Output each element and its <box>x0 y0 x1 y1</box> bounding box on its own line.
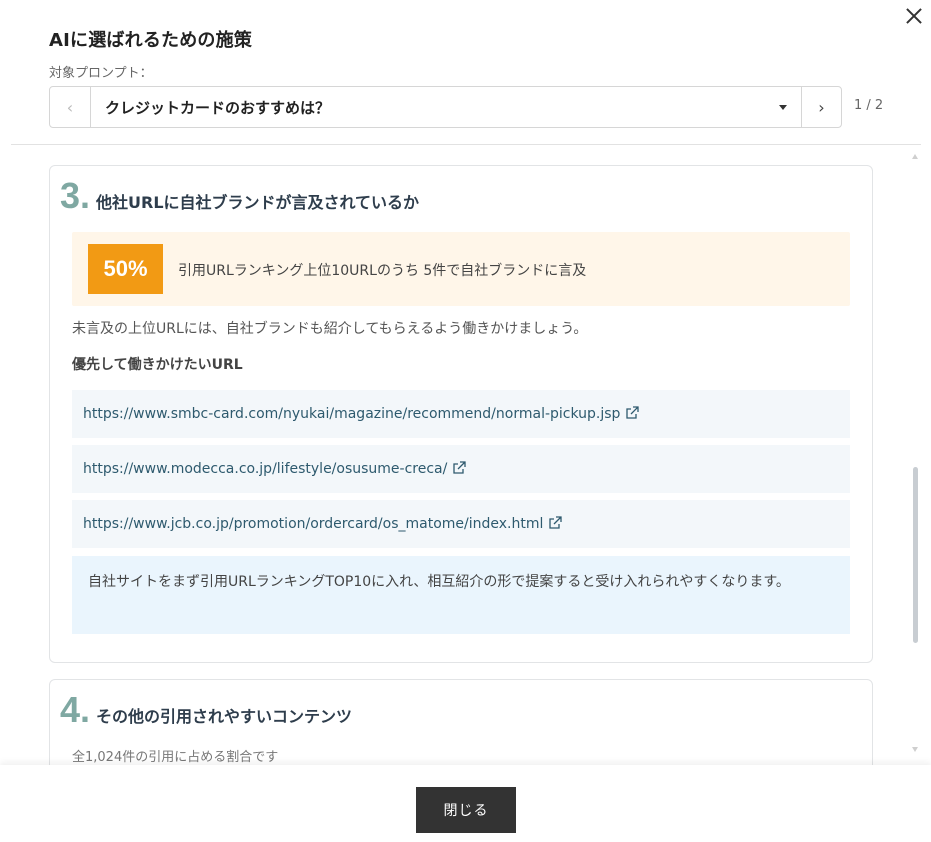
section-header: 4. その他の引用されやすいコンテンツ <box>60 692 352 728</box>
chevron-right-icon: › <box>818 97 825 117</box>
section-subtitle: 全1,024件の引用に占める割合です <box>72 750 279 765</box>
scroll-up-arrow[interactable] <box>912 154 918 159</box>
percentage-badge: 50% <box>88 244 163 294</box>
priority-url-row: https://www.modecca.co.jp/lifestyle/osus… <box>72 445 850 493</box>
priority-url-heading: 優先して働きかけたいURL <box>72 357 243 373</box>
section-card-4: 4. その他の引用されやすいコンテンツ 全1,024件の引用に占める割合です <box>49 679 873 765</box>
scrollbar-thumb[interactable] <box>913 467 918 643</box>
prompt-label: 対象プロンプト： <box>49 66 153 81</box>
priority-url-row: https://www.smbc-card.com/nyukai/magazin… <box>72 390 850 438</box>
close-icon[interactable] <box>900 2 928 30</box>
next-prompt-button[interactable]: › <box>801 87 841 127</box>
external-link-icon <box>549 516 563 529</box>
chevron-left-icon: ‹ <box>66 97 74 117</box>
section-title: その他の引用されやすいコンテンツ <box>96 707 353 726</box>
priority-url-link[interactable]: https://www.smbc-card.com/nyukai/magazin… <box>83 406 640 422</box>
section-header: 3. 他社URLに自社ブランドが言及されているか <box>60 178 419 214</box>
priority-url-link[interactable]: https://www.modecca.co.jp/lifestyle/osus… <box>83 461 467 477</box>
scroll-down-arrow[interactable] <box>912 747 918 752</box>
stat-description: 引用URLランキング上位10URLのうち 5件で自社ブランドに言及 <box>178 263 587 279</box>
external-link-icon <box>453 461 467 474</box>
modal-title: AIに選ばれるための施策 <box>49 30 253 51</box>
section-card-3: 3. 他社URLに自社ブランドが言及されているか 50% 引用URLランキング上… <box>49 165 873 663</box>
prompt-dropdown-value: クレジットカードのおすすめは？ <box>105 98 331 117</box>
priority-url-link[interactable]: https://www.jcb.co.jp/promotion/ordercar… <box>83 516 563 532</box>
section-title: 他社URLに自社ブランドが言及されているか <box>96 193 420 212</box>
priority-url-row: https://www.jcb.co.jp/promotion/ordercar… <box>72 500 850 548</box>
prompt-dropdown[interactable]: クレジットカードのおすすめは？ <box>91 87 801 127</box>
section-number: 3. <box>60 175 91 216</box>
prompt-selector: ‹ クレジットカードのおすすめは？ › <box>49 86 842 128</box>
caret-down-icon <box>779 105 787 110</box>
modal-footer: 閉じる <box>0 765 931 842</box>
external-link-icon <box>626 406 640 419</box>
tip-box: 自社サイトをまず引用URLランキングTOP10に入れ、相互紹介の形で提案すると受… <box>72 556 850 634</box>
page-indicator: 1 / 2 <box>854 98 884 113</box>
mention-stat-box: 50% 引用URLランキング上位10URLのうち 5件で自社ブランドに言及 <box>72 232 850 306</box>
content-scroll-area[interactable]: 3. 他社URLに自社ブランドが言及されているか 50% 引用URLランキング上… <box>0 145 931 765</box>
prev-prompt-button[interactable]: ‹ <box>50 87 91 127</box>
section-number: 4. <box>60 689 91 730</box>
advice-text: 未言及の上位URLには、自社ブランドも紹介してもらえるよう働きかけましょう。 <box>72 321 588 337</box>
close-button[interactable]: 閉じる <box>416 787 516 833</box>
